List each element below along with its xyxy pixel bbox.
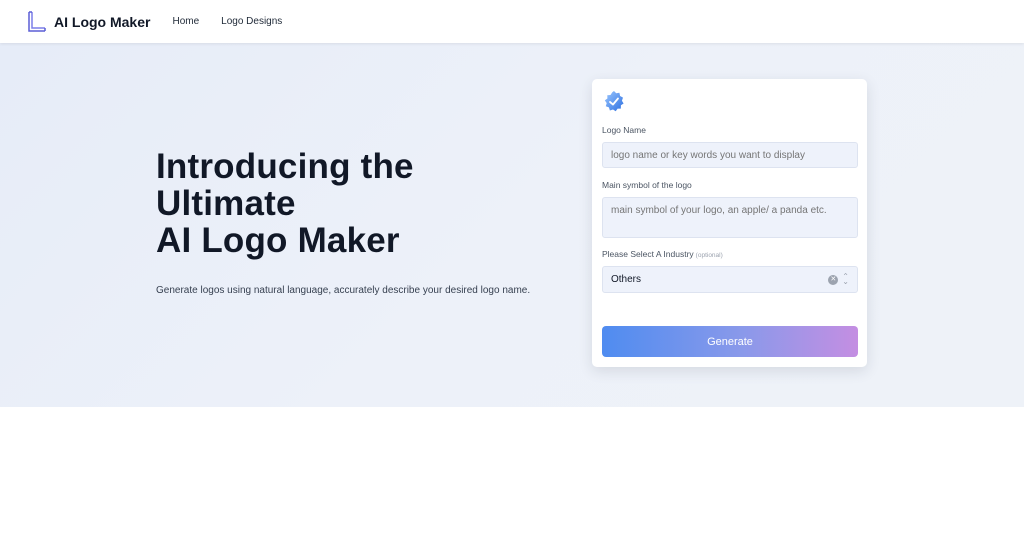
lower-blank-section (0, 407, 1024, 534)
main-symbol-textarea[interactable] (602, 197, 858, 238)
gear-badge-icon (604, 91, 624, 112)
brand[interactable]: AI Logo Maker (27, 10, 151, 33)
hero-title-line: AI Logo Maker (156, 221, 400, 260)
logo-l-icon (28, 10, 46, 32)
nav-home-link[interactable]: Home (172, 16, 199, 27)
hero-title-line: Introducing the (156, 147, 414, 186)
optional-hint: (optional) (695, 252, 723, 259)
hero-section: Introducing the Ultimate AI Logo Maker G… (0, 43, 1024, 407)
clear-icon[interactable]: ✕ (828, 274, 839, 285)
nav-logo-designs-link[interactable]: Logo Designs (221, 16, 282, 27)
industry-select[interactable]: Others ✕ ⌃ ⌄ (602, 266, 858, 293)
industry-label: Please Select A Industry (optional) (602, 249, 723, 259)
main-symbol-label: Main symbol of the logo (602, 180, 692, 190)
top-navbar: AI Logo Maker Home Logo Designs (0, 0, 1024, 43)
chevron-up-down-icon: ⌃ ⌄ (842, 272, 849, 286)
logo-name-input[interactable] (602, 142, 858, 168)
brand-name: AI Logo Maker (54, 13, 151, 30)
hero-title: Introducing the Ultimate AI Logo Maker (156, 148, 414, 259)
hero-subtitle: Generate logos using natural language, a… (156, 285, 531, 296)
generate-button[interactable]: Generate (602, 326, 858, 357)
industry-label-text: Please Select A Industry (602, 249, 694, 259)
hero-title-line: Ultimate (156, 184, 296, 223)
industry-selected-value: Others (611, 274, 642, 285)
logo-generator-form: Logo Name Main symbol of the logo Please… (592, 79, 867, 367)
logo-name-label: Logo Name (602, 125, 646, 135)
